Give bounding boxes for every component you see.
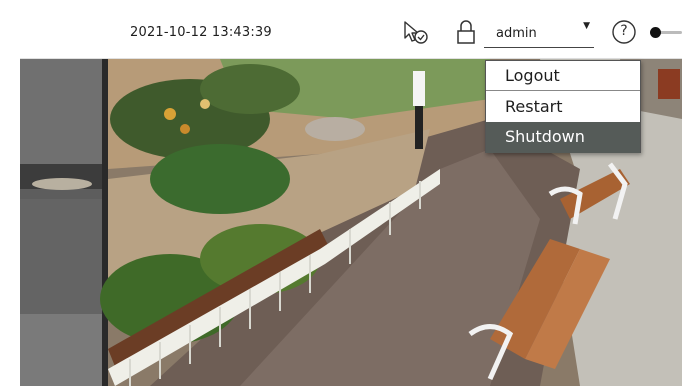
cursor-check-icon[interactable] [402,19,428,45]
user-name: admin [496,26,537,41]
help-icon[interactable]: ? [611,19,637,45]
user-dropdown[interactable]: admin ▼ [484,19,594,48]
lock-icon[interactable] [453,19,479,45]
current-datetime: 2021-10-12 13:43:39 [130,25,272,40]
toggle-track [658,31,682,34]
menu-item-logout[interactable]: Logout [486,61,640,91]
camera-viewer: 2021-10-12 13:43:39 admin ▼ ? Logout Res… [0,0,682,386]
user-menu: Logout Restart Shutdown [485,60,641,153]
menu-item-restart[interactable]: Restart [486,92,640,122]
top-toolbar: 2021-10-12 13:43:39 admin ▼ ? [20,5,682,59]
left-margin [0,5,20,386]
menu-item-shutdown[interactable]: Shutdown [486,122,640,153]
chevron-down-icon: ▼ [583,21,590,31]
help-label: ? [620,23,628,39]
toggle-knob [650,27,661,38]
toggle-icon[interactable] [650,27,682,39]
